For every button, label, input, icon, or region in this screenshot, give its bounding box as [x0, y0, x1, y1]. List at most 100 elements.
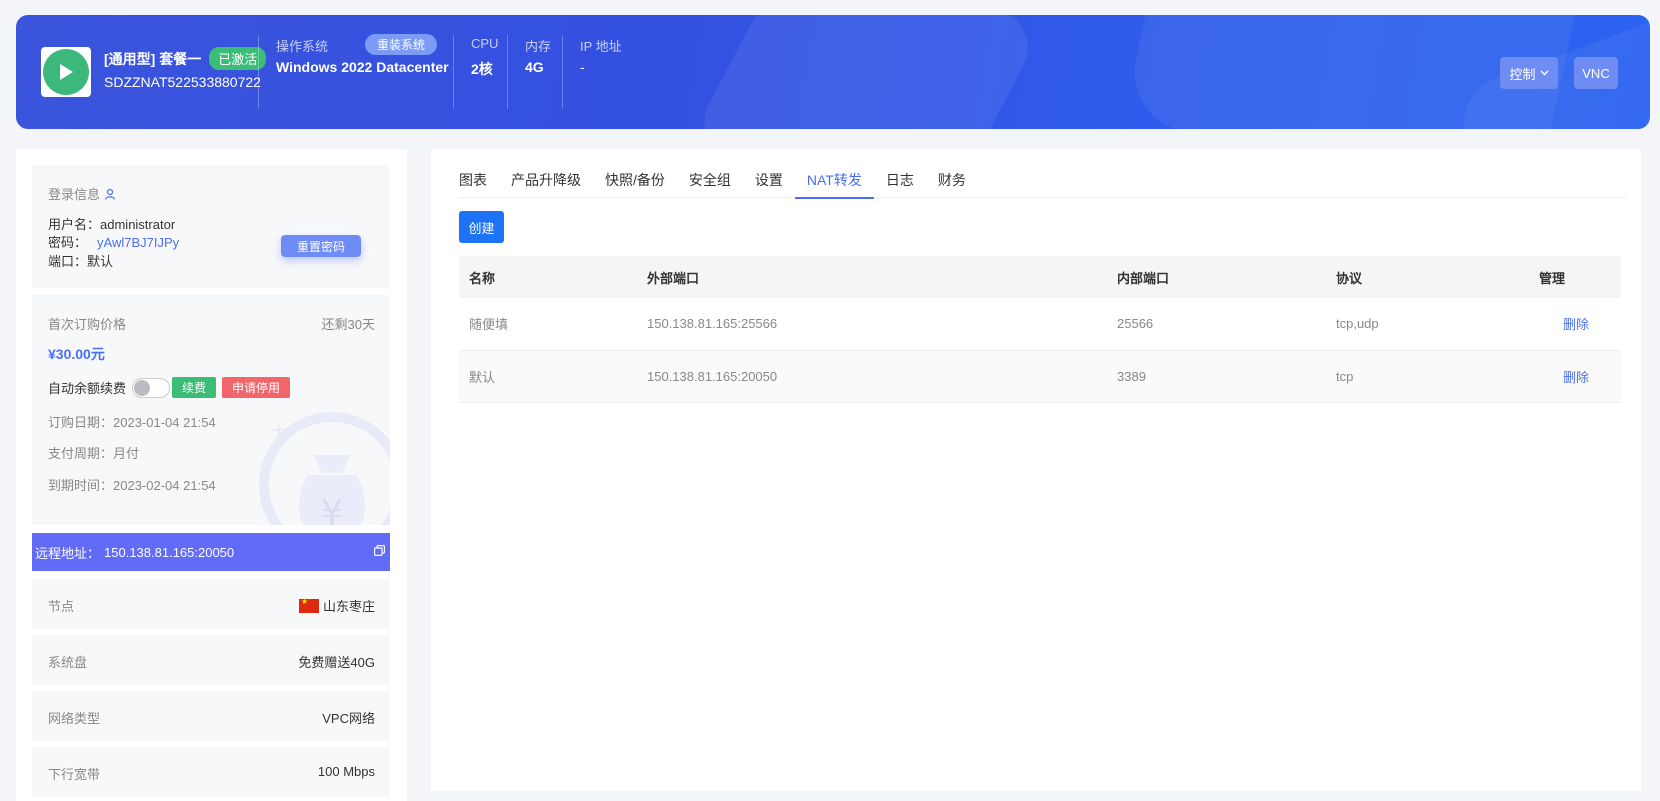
- password-value[interactable]: yAwl7BJ7IJPy: [97, 235, 179, 250]
- tab-upgrade[interactable]: 产品升降级: [499, 168, 593, 198]
- remote-address-bar: 远程地址： 150.138.81.165:20050: [32, 533, 390, 571]
- port-value: 默认: [87, 254, 114, 269]
- play-icon: [43, 49, 89, 95]
- power-status[interactable]: [41, 47, 91, 97]
- table-header-row: 名称 外部端口 内部端口 协议 管理: [459, 256, 1621, 298]
- reinstall-button[interactable]: 重装系统: [365, 34, 438, 55]
- reset-password-button[interactable]: 重置密码: [281, 235, 361, 257]
- create-button[interactable]: 创建: [459, 211, 504, 243]
- nat-panel: 图表 产品升降级 快照/备份 安全组 设置 NAT转发 日志 财务 创建 名称 …: [431, 149, 1641, 791]
- spec-key: 网络类型: [48, 711, 101, 726]
- copy-icon[interactable]: [374, 545, 385, 556]
- control-label: 控制: [1509, 66, 1536, 82]
- username-value: administrator: [100, 217, 176, 232]
- spec-row-system-disk: 系统盘 免费赠送40G: [32, 635, 390, 685]
- order-date-label: 订购日期：: [48, 415, 114, 430]
- spec-key: 系统盘: [48, 655, 88, 670]
- table-row: 默认 150.138.81.165:20050 3389 tcp 删除: [459, 350, 1621, 402]
- vnc-button[interactable]: VNC: [1574, 57, 1618, 89]
- user-icon: [104, 188, 116, 200]
- instance-info-panel: 登录信息 用户名：administrator 密码： yAwl7BJ7IJPy 端…: [16, 149, 407, 801]
- pay-cycle-line: 支付周期：月付: [48, 443, 139, 462]
- auto-renew-label: 自动余额续费: [48, 381, 127, 396]
- login-info-title-text: 登录信息: [48, 187, 101, 202]
- cell-protocol: tcp: [1336, 368, 1354, 384]
- expire-value: 2023-02-04 21:54: [113, 478, 216, 493]
- tab-logs[interactable]: 日志: [874, 168, 926, 198]
- spec-value: 山东枣庄: [298, 596, 375, 615]
- china-flag-icon: [298, 597, 319, 613]
- ip-value: -: [580, 59, 585, 75]
- money-bag-icon: ¥ +: [259, 412, 390, 525]
- auto-renew-toggle[interactable]: [132, 377, 171, 398]
- expire-label: 到期时间：: [48, 478, 114, 493]
- memory-label: 内存: [525, 39, 552, 54]
- expire-line: 到期时间：2023-02-04 21:54: [48, 475, 216, 494]
- first-price-label: 首次订购价格: [48, 317, 127, 332]
- order-date-value: 2023-01-04 21:54: [113, 415, 216, 430]
- decoration: [690, 15, 1042, 129]
- spec-value: 免费赠送40G: [298, 655, 375, 670]
- tab-bar: 图表 产品升降级 快照/备份 安全组 设置 NAT转发 日志 财务: [459, 168, 1627, 199]
- column-header: 外部端口: [647, 270, 700, 286]
- table-row: 随便填 150.138.81.165:25566 25566 tcp,udp 删…: [459, 298, 1621, 350]
- os-label: 操作系统: [276, 39, 329, 54]
- port-line: 端口：默认: [48, 251, 113, 270]
- nat-table: 名称 外部端口 内部端口 协议 管理 随便填 150.138.81.165:25…: [459, 256, 1621, 403]
- delete-link[interactable]: 删除: [1529, 298, 1621, 350]
- tab-snapshot[interactable]: 快照/备份: [593, 168, 677, 198]
- delete-link[interactable]: 删除: [1529, 350, 1621, 402]
- column-header: 名称: [469, 270, 496, 286]
- svg-text:¥: ¥: [321, 493, 344, 525]
- auto-renew-row: 自动余额续费 续费 申请停用: [48, 377, 291, 398]
- divider: [562, 35, 563, 109]
- cell-name: 默认: [469, 369, 496, 385]
- tab-nat[interactable]: NAT转发: [794, 168, 874, 199]
- divider: [453, 35, 454, 109]
- product-name-text: [通用型] 套餐一: [104, 50, 202, 67]
- price-value: ¥30.00元: [48, 346, 105, 362]
- cell-internal-port: 3389: [1117, 368, 1146, 384]
- remote-address-label: 远程地址：: [35, 545, 101, 561]
- spec-row-node: 节点 山东枣庄: [32, 579, 390, 629]
- column-header: 协议: [1336, 270, 1363, 286]
- spec-key: 下行宽带: [48, 767, 101, 782]
- spec-value: VPC网络: [322, 711, 375, 726]
- svg-text:+: +: [272, 420, 285, 439]
- request-stop-button[interactable]: 申请停用: [222, 377, 291, 398]
- divider: [507, 35, 508, 109]
- cell-internal-port: 25566: [1117, 316, 1154, 332]
- ip-label: IP 地址: [580, 39, 622, 54]
- cell-external-port: 150.138.81.165:25566: [647, 316, 778, 332]
- product-name: [通用型] 套餐一 已激活: [104, 47, 267, 70]
- spec-row-network-type: 网络类型 VPC网络: [32, 691, 390, 741]
- instance-header: [通用型] 套餐一 已激活 SDZZNAT522533880722 操作系统 重…: [16, 15, 1650, 129]
- login-info-card: 登录信息 用户名：administrator 密码： yAwl7BJ7IJPy 端…: [32, 165, 390, 288]
- remaining-days: 还剩30天: [321, 317, 375, 332]
- password-label: 密码：: [48, 235, 88, 250]
- memory-value: 4G: [525, 59, 544, 75]
- renew-button[interactable]: 续费: [172, 377, 217, 398]
- tab-finance[interactable]: 财务: [926, 168, 978, 198]
- cell-name: 随便填: [469, 317, 509, 333]
- column-header: 管理: [1539, 270, 1566, 286]
- spec-key: 节点: [48, 599, 75, 614]
- order-date-line: 订购日期：2023-01-04 21:54: [48, 412, 216, 431]
- pay-cycle-label: 支付周期：: [48, 446, 114, 461]
- spec-row-bandwidth: 下行宽带 100 Mbps: [32, 747, 390, 797]
- cell-protocol: tcp,udp: [1336, 316, 1379, 332]
- remote-address-value: 150.138.81.165:20050: [104, 544, 235, 560]
- divider: [258, 35, 259, 109]
- username-line: 用户名：administrator: [48, 214, 175, 233]
- tab-chart[interactable]: 图表: [459, 168, 499, 198]
- column-header: 内部端口: [1117, 270, 1170, 286]
- tab-security-group[interactable]: 安全组: [677, 168, 743, 198]
- tab-settings[interactable]: 设置: [743, 168, 795, 198]
- instance-id: SDZZNAT522533880722: [104, 74, 261, 90]
- control-dropdown-button[interactable]: 控制: [1500, 57, 1558, 89]
- spec-value-text: 山东枣庄: [322, 599, 375, 614]
- cpu-label: CPU: [471, 36, 499, 51]
- login-info-title: 登录信息: [48, 184, 116, 203]
- password-line: 密码： yAwl7BJ7IJPy: [48, 232, 179, 251]
- cell-external-port: 150.138.81.165:20050: [647, 368, 778, 384]
